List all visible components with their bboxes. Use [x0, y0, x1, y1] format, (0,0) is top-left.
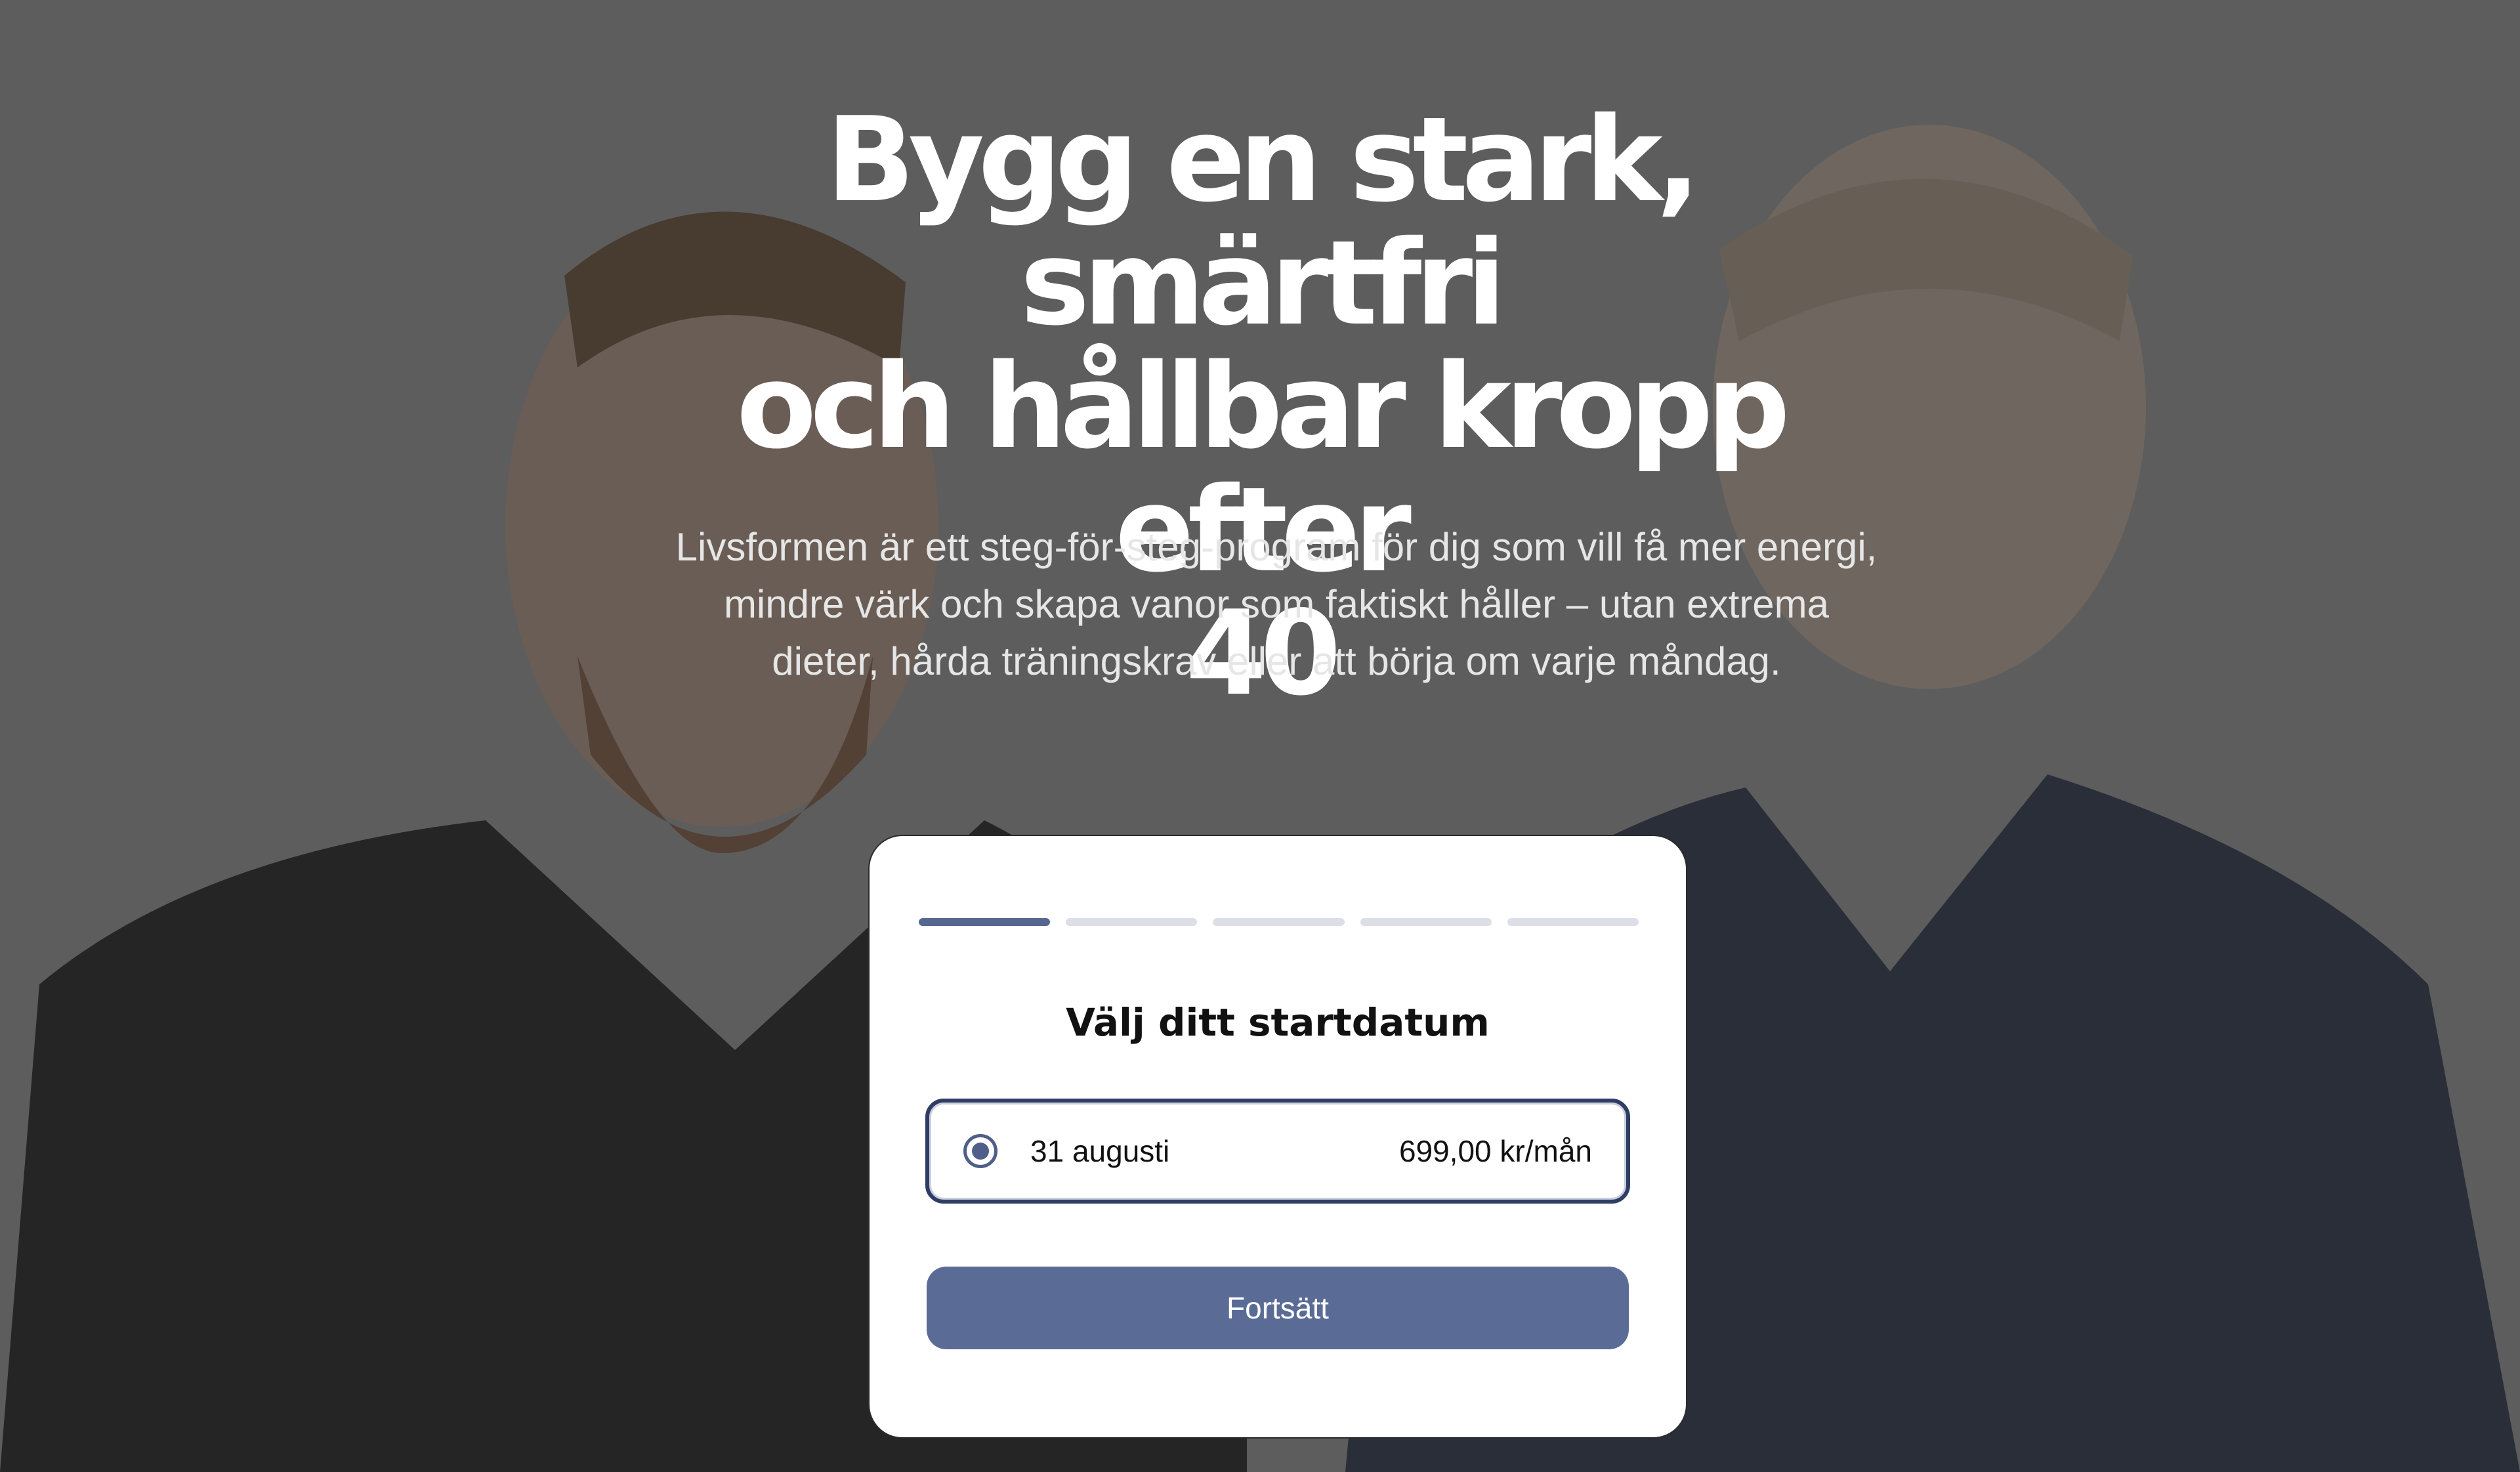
progress-step-1	[919, 918, 1051, 926]
start-date-option[interactable]: 31 augusti 699,00 kr/mån	[925, 1099, 1630, 1204]
progress-steps	[919, 918, 1639, 927]
progress-step-5	[1507, 918, 1639, 926]
radio-selected-dot	[972, 1143, 989, 1160]
progress-step-4	[1360, 918, 1492, 926]
progress-step-3	[1213, 918, 1345, 926]
continue-button[interactable]: Fortsätt	[927, 1267, 1629, 1349]
headline-line-1: Bygg en stark, smärtfri	[826, 92, 1701, 351]
start-date-card: Välj ditt startdatum 31 augusti 699,00 k…	[868, 835, 1687, 1439]
hero-subtext: Livsformen är ett steg-för-steg-program …	[675, 525, 1878, 683]
hero-section: Bygg en stark, smärtfri och hållbar krop…	[0, 0, 2520, 1472]
option-date: 31 augusti	[1030, 1134, 1170, 1168]
hero-content: Bygg en stark, smärtfri och hållbar krop…	[0, 0, 2520, 1472]
card-title: Välj ditt startdatum	[1066, 1000, 1490, 1045]
radio-button[interactable]	[963, 1134, 998, 1168]
progress-step-2	[1066, 918, 1198, 926]
option-price: 699,00 kr/mån	[1398, 1134, 1592, 1168]
